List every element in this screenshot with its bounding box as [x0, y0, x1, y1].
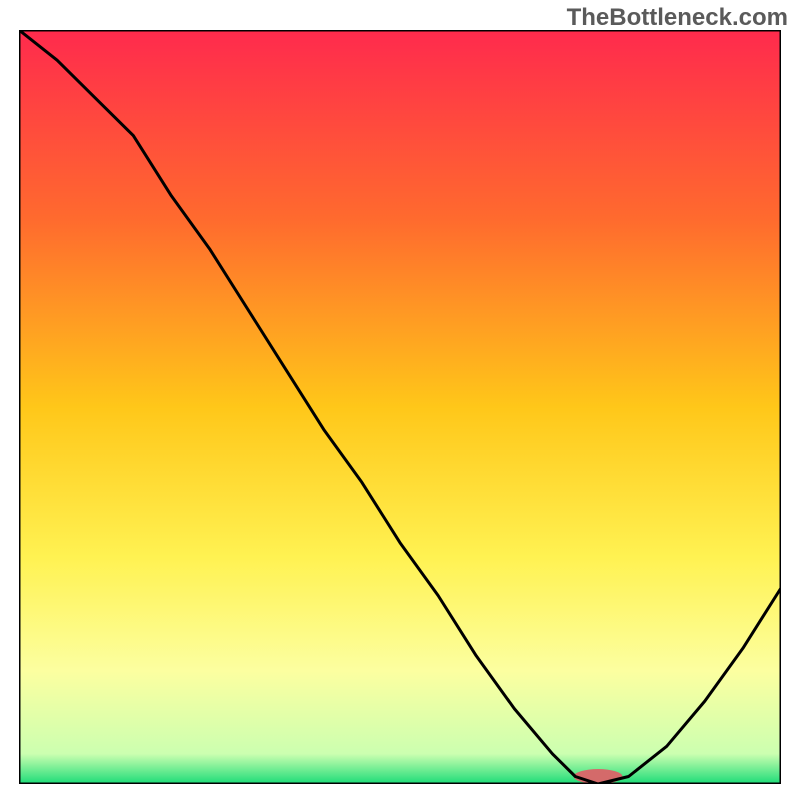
chart-background: [19, 30, 781, 784]
chart-bottleneck-marker: [574, 769, 623, 784]
bottleneck-chart-svg: [19, 30, 781, 784]
watermark-text: TheBottleneck.com: [567, 4, 788, 32]
bottleneck-chart: [19, 30, 781, 784]
